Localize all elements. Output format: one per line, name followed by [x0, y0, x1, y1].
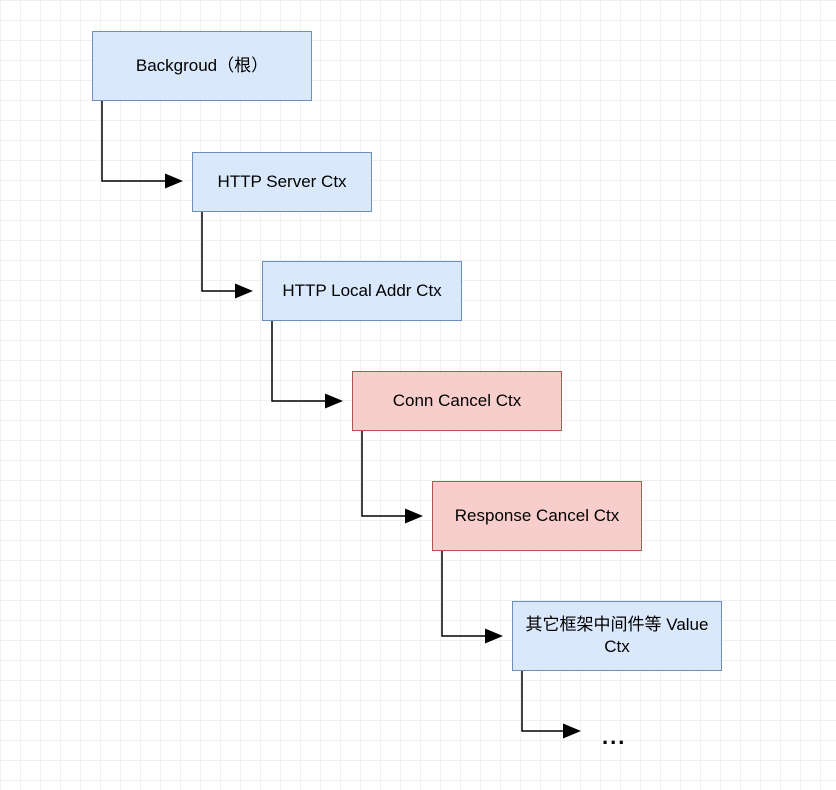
connector-arrow — [522, 671, 578, 731]
connector-arrow — [272, 321, 340, 401]
node-conn-cancel-ctx: Conn Cancel Ctx — [352, 371, 562, 431]
ellipsis-icon: ... — [602, 724, 626, 750]
node-http-server-ctx: HTTP Server Ctx — [192, 152, 372, 212]
node-response-cancel-ctx: Response Cancel Ctx — [432, 481, 642, 551]
connector-arrow — [362, 431, 420, 516]
node-label: HTTP Local Addr Ctx — [282, 280, 441, 302]
node-label: Backgroud（根） — [136, 55, 268, 77]
node-value-ctx: 其它框架中间件等 Value Ctx — [512, 601, 722, 671]
node-label: 其它框架中间件等 Value Ctx — [517, 614, 717, 658]
node-label: Conn Cancel Ctx — [393, 390, 522, 412]
connector-arrow — [202, 212, 250, 291]
connector-arrow — [442, 551, 500, 636]
node-label: HTTP Server Ctx — [217, 171, 346, 193]
node-label: Response Cancel Ctx — [455, 505, 619, 527]
node-http-local-addr-ctx: HTTP Local Addr Ctx — [262, 261, 462, 321]
connector-arrow — [102, 101, 180, 181]
node-background-root: Backgroud（根） — [92, 31, 312, 101]
